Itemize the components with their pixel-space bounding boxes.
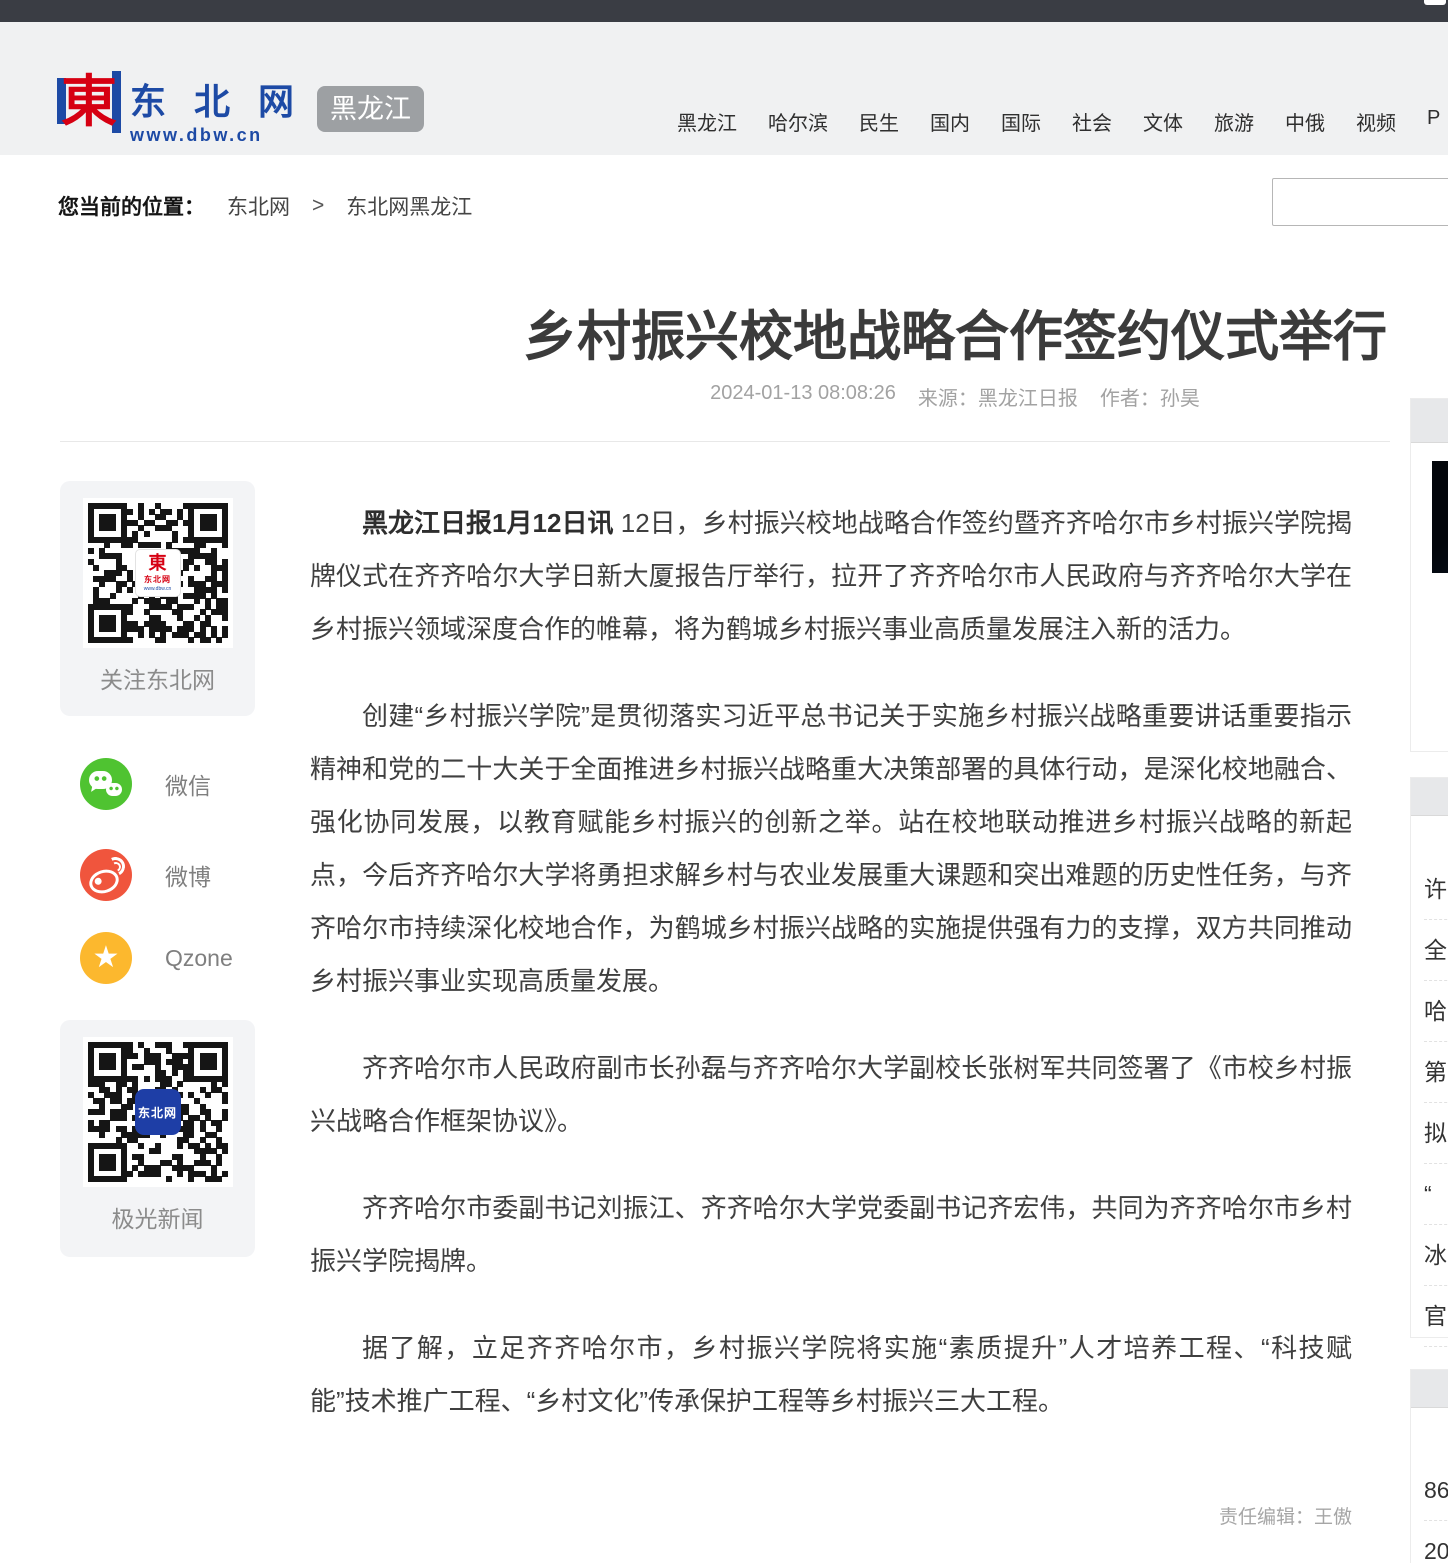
sidebar-list-item[interactable]: 全	[1424, 920, 1448, 981]
sidebar-list-item[interactable]: 第	[1424, 1042, 1448, 1103]
qr-card-follow: 東 东北网 www.dbw.cn 关注东北网	[60, 481, 255, 716]
sidebar-list-item[interactable]: 拟	[1424, 1103, 1448, 1164]
sidebar-box-media	[1410, 398, 1448, 752]
divider	[60, 441, 1390, 442]
sidebar-box-bottom-list: 8620	[1410, 1369, 1448, 1563]
breadcrumb-label: 您当前的位置：	[58, 191, 205, 221]
editor-line: 责任编辑：王傲	[310, 1502, 1352, 1529]
breadcrumb-link-section[interactable]: 东北网黑龙江	[346, 191, 472, 221]
nav-item[interactable]: 黑龙江	[677, 107, 737, 136]
topbar-widget[interactable]	[1424, 0, 1446, 5]
logo-url: www.dbw.cn	[130, 126, 303, 144]
nav-item[interactable]: P	[1427, 107, 1440, 136]
site-logo[interactable]: 東 东 北 网 www.dbw.cn 黑龙江	[56, 62, 424, 144]
sidebar-list-item[interactable]: 许	[1424, 859, 1448, 920]
breadcrumb-separator: >	[312, 194, 324, 218]
qr-code-news-app: 东北网	[83, 1037, 233, 1187]
publish-time: 2024-01-13 08:08:26	[710, 382, 896, 411]
nav-item[interactable]: 民生	[859, 107, 899, 136]
nav-item[interactable]: 国内	[930, 107, 970, 136]
qr-card-label: 极光新闻	[60, 1200, 255, 1234]
source: 来源：黑龙江日报	[918, 382, 1078, 411]
sidebar-list-item[interactable]: 官	[1424, 1286, 1448, 1347]
qr-code-follow: 東 东北网 www.dbw.cn	[83, 498, 233, 648]
sidebar-box-news-list: 许全哈第拟“冰官	[1410, 777, 1448, 1338]
nav-item[interactable]: 中俄	[1285, 107, 1325, 136]
wechat-icon	[80, 758, 132, 810]
logo-text-block: 东 北 网 www.dbw.cn	[130, 62, 303, 144]
region-badge: 黑龙江	[317, 86, 424, 132]
share-qzone-button[interactable]: ★ Qzone	[80, 932, 233, 984]
search-input[interactable]	[1272, 178, 1448, 226]
article-paragraph: 齐齐哈尔市委副书记刘振江、齐齐哈尔大学党委副书记齐宏伟，共同为齐齐哈尔市乡村振兴…	[310, 1182, 1352, 1288]
article-title: 乡村振兴校地战略合作签约仪式举行	[520, 292, 1390, 371]
qr-card-news-app: 东北网 极光新闻	[60, 1020, 255, 1257]
share-label: Qzone	[165, 945, 233, 972]
qr-center-logo: 東 东北网 www.dbw.cn	[135, 549, 181, 597]
sidebar-list-item[interactable]: 86	[1424, 1460, 1448, 1521]
sidebar-box-header	[1411, 399, 1448, 443]
share-label: 微信	[165, 767, 211, 801]
nav-item[interactable]: 国际	[1001, 107, 1041, 136]
share-wechat-button[interactable]: 微信	[80, 758, 211, 810]
nav-item[interactable]: 文体	[1143, 107, 1183, 136]
article-paragraph: 据了解，立足齐齐哈尔市，乡村振兴学院将实施“素质提升”人才培养工程、“科技赋能”…	[310, 1322, 1352, 1428]
article-meta: 2024-01-13 08:08:26 来源：黑龙江日报 作者：孙昊	[520, 382, 1390, 411]
sidebar-thumbnail-image[interactable]	[1432, 461, 1448, 573]
sidebar-box-header	[1411, 1370, 1448, 1408]
article-body: 黑龙江日报1月12日讯 12日，乡村振兴校地战略合作签约暨齐齐哈尔市乡村振兴学院…	[310, 497, 1352, 1462]
nav-item[interactable]: 旅游	[1214, 107, 1254, 136]
main-nav: 黑龙江 哈尔滨 民生 国内 国际 社会 文体 旅游 中俄 视频 P	[677, 107, 1440, 136]
logo-sitename: 东 北 网	[130, 84, 303, 120]
article-paragraph: 齐齐哈尔市人民政府副市长孙磊与齐齐哈尔大学副校长张树军共同签署了《市校乡村振兴战…	[310, 1042, 1352, 1148]
breadcrumb: 您当前的位置： 东北网 > 东北网黑龙江	[58, 191, 472, 221]
site-header: 東 东 北 网 www.dbw.cn 黑龙江 黑龙江 哈尔滨 民生 国内 国际 社会 文体 旅…	[0, 22, 1448, 155]
article-paragraph: 创建“乡村振兴学院”是贯彻落实习近平总书记关于实施乡村振兴战略重要讲话重要指示精…	[310, 690, 1352, 1008]
sidebar-list-item[interactable]: 冰	[1424, 1225, 1448, 1286]
weibo-icon	[80, 849, 132, 901]
page: 東 东 北 网 www.dbw.cn 黑龙江 黑龙江 哈尔滨 民生 国内 国际 社会 文体 旅…	[0, 0, 1448, 1563]
sidebar-list-item[interactable]: 20	[1424, 1521, 1448, 1563]
author: 作者：孙昊	[1100, 382, 1200, 411]
logo-emblem-icon: 東	[56, 62, 122, 142]
share-weibo-button[interactable]: 微博	[80, 849, 211, 901]
nav-item[interactable]: 哈尔滨	[768, 107, 828, 136]
breadcrumb-link-home[interactable]: 东北网	[227, 191, 290, 221]
article-paragraph: 黑龙江日报1月12日讯 12日，乡村振兴校地战略合作签约暨齐齐哈尔市乡村振兴学院…	[310, 497, 1352, 656]
sidebar-box-header	[1411, 778, 1448, 816]
sidebar-list-item[interactable]: 哈	[1424, 981, 1448, 1042]
qzone-icon: ★	[80, 932, 132, 984]
share-label: 微博	[165, 858, 211, 892]
sidebar-list-item[interactable]: “	[1424, 1164, 1448, 1225]
qr-card-label: 关注东北网	[60, 661, 255, 695]
nav-item[interactable]: 视频	[1356, 107, 1396, 136]
qr-center-logo: 东北网	[135, 1089, 181, 1135]
topbar	[0, 0, 1448, 22]
nav-item[interactable]: 社会	[1072, 107, 1112, 136]
